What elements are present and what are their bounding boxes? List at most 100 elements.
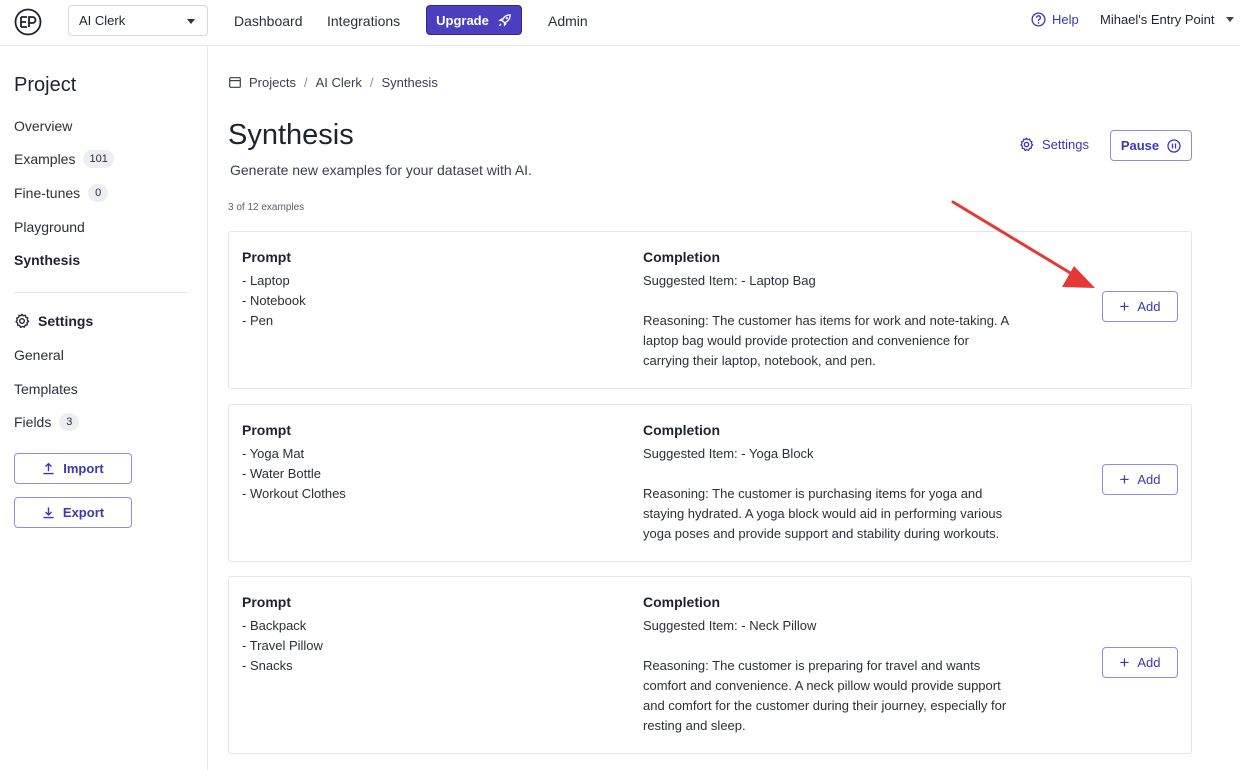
prompt-list: - Yoga Mat - Water Bottle - Workout Clot… bbox=[242, 444, 346, 504]
settings-label: Settings bbox=[1042, 137, 1089, 152]
sidebar-title: Project bbox=[14, 74, 77, 96]
project-select[interactable]: AI Clerk bbox=[68, 5, 208, 36]
plus-icon: + bbox=[1119, 470, 1130, 489]
sidebar-item-overview[interactable]: Overview bbox=[14, 118, 72, 134]
add-label: Add bbox=[1137, 472, 1161, 487]
add-label: Add bbox=[1137, 299, 1161, 314]
breadcrumb-separator: / bbox=[303, 75, 308, 90]
rocket-icon bbox=[498, 13, 511, 27]
upgrade-label: Upgrade bbox=[436, 12, 489, 28]
prompt-item: - Notebook bbox=[242, 293, 306, 308]
reasoning: Reasoning: The customer has items for wo… bbox=[643, 313, 1009, 368]
pause-button[interactable]: Pause bbox=[1110, 130, 1192, 161]
sidebar-item-label: Overview bbox=[14, 118, 73, 134]
page-title: Synthesis bbox=[228, 119, 354, 151]
suggested-item: Suggested Item: - Neck Pillow bbox=[643, 618, 817, 633]
page-subtitle: Generate new examples for your dataset w… bbox=[230, 162, 532, 178]
pause-icon bbox=[1167, 138, 1181, 153]
prompt-item: - Pen bbox=[242, 313, 274, 328]
prompt-header: Prompt bbox=[242, 422, 291, 438]
fine-tunes-count-badge: 0 bbox=[88, 184, 109, 202]
breadcrumb-synthesis: Synthesis bbox=[381, 75, 438, 90]
prompt-item: - Yoga Mat bbox=[242, 446, 305, 461]
import-button[interactable]: Import bbox=[14, 453, 132, 484]
prompt-list: - Backpack - Travel Pillow - Snacks bbox=[242, 616, 323, 676]
examples-count: 3 of 12 examples bbox=[228, 202, 305, 213]
export-label: Export bbox=[62, 505, 105, 520]
breadcrumb: Projects / AI Clerk / Synthesis bbox=[229, 75, 438, 90]
sidebar-item-fine-tunes[interactable]: Fine-tunes 0 bbox=[14, 184, 109, 202]
nav-dashboard[interactable]: Dashboard bbox=[234, 13, 303, 29]
gear-icon bbox=[15, 313, 30, 329]
add-example-button[interactable]: + Add bbox=[1102, 464, 1178, 495]
sidebar-item-templates[interactable]: Templates bbox=[14, 381, 78, 397]
nav-admin[interactable]: Admin bbox=[548, 13, 588, 29]
sidebar-item-label: General bbox=[14, 347, 64, 363]
plus-icon: + bbox=[1119, 297, 1130, 316]
sidebar: Project Overview Examples 101 Fine-tunes… bbox=[0, 46, 208, 770]
sidebar-item-label: Synthesis bbox=[14, 252, 81, 268]
breadcrumb-projects[interactable]: Projects bbox=[249, 75, 296, 90]
sidebar-settings-header: Settings bbox=[14, 313, 93, 329]
prompt-header: Prompt bbox=[242, 249, 291, 265]
top-bar: AI Clerk Dashboard Integrations Upgrade … bbox=[0, 0, 1240, 46]
completion-text: Suggested Item: - Neck Pillow Reasoning:… bbox=[643, 616, 1018, 736]
export-button[interactable]: Export bbox=[14, 497, 132, 528]
import-label: Import bbox=[63, 461, 104, 476]
sidebar-item-label: Fields bbox=[14, 414, 52, 430]
chevron-down-icon bbox=[187, 19, 195, 24]
entry-point-logo-icon[interactable] bbox=[14, 8, 42, 36]
breadcrumb-separator: / bbox=[369, 75, 374, 90]
help-link[interactable]: Help bbox=[1031, 12, 1079, 27]
synthesis-settings-button[interactable]: Settings bbox=[1019, 137, 1089, 152]
add-example-button[interactable]: + Add bbox=[1102, 647, 1178, 678]
completion-header: Completion bbox=[643, 249, 720, 265]
add-example-button[interactable]: + Add bbox=[1102, 291, 1178, 322]
example-card: Prompt Completion - Backpack - Travel Pi… bbox=[228, 576, 1192, 754]
pause-label: Pause bbox=[1120, 138, 1160, 153]
settings-header-label: Settings bbox=[38, 313, 94, 329]
sidebar-item-label: Fine-tunes bbox=[14, 185, 81, 201]
sidebar-item-fields[interactable]: Fields 3 bbox=[14, 413, 80, 431]
prompt-item: - Snacks bbox=[242, 658, 293, 673]
breadcrumb-ai-clerk[interactable]: AI Clerk bbox=[316, 75, 362, 90]
sidebar-item-synthesis[interactable]: Synthesis bbox=[14, 252, 80, 268]
prompt-item: - Laptop bbox=[242, 273, 290, 288]
sidebar-item-general[interactable]: General bbox=[14, 347, 64, 363]
sidebar-item-label: Playground bbox=[14, 219, 85, 235]
projects-table-icon bbox=[229, 77, 241, 88]
upgrade-button[interactable]: Upgrade bbox=[426, 5, 522, 35]
plus-icon: + bbox=[1119, 653, 1130, 672]
reasoning: Reasoning: The customer is preparing for… bbox=[643, 658, 1007, 733]
red-annotation-arrow-icon bbox=[951, 200, 1095, 288]
account-chevron-down-icon[interactable] bbox=[1226, 17, 1234, 22]
gear-icon bbox=[1020, 137, 1034, 152]
prompt-item: - Workout Clothes bbox=[242, 486, 346, 501]
help-label: Help bbox=[1052, 12, 1079, 27]
sidebar-item-playground[interactable]: Playground bbox=[14, 219, 85, 235]
completion-header: Completion bbox=[643, 422, 720, 438]
upload-icon bbox=[43, 462, 54, 475]
project-select-value: AI Clerk bbox=[79, 13, 126, 28]
add-label: Add bbox=[1137, 655, 1161, 670]
sidebar-divider bbox=[14, 292, 187, 293]
account-menu[interactable]: Mihael's Entry Point bbox=[1100, 12, 1214, 27]
examples-count-badge: 101 bbox=[83, 150, 114, 168]
sidebar-item-examples[interactable]: Examples 101 bbox=[14, 150, 114, 168]
fields-count-badge: 3 bbox=[59, 413, 80, 431]
prompt-header: Prompt bbox=[242, 594, 291, 610]
prompt-list: - Laptop - Notebook - Pen bbox=[242, 271, 306, 331]
nav-integrations[interactable]: Integrations bbox=[327, 13, 400, 29]
completion-text: Suggested Item: - Yoga Block Reasoning: … bbox=[643, 444, 1018, 544]
prompt-item: - Water Bottle bbox=[242, 466, 321, 481]
suggested-item: Suggested Item: - Yoga Block bbox=[643, 446, 814, 461]
sidebar-item-label: Templates bbox=[14, 381, 78, 397]
completion-header: Completion bbox=[643, 594, 720, 610]
prompt-item: - Backpack bbox=[242, 618, 307, 633]
example-card: Prompt Completion - Yoga Mat - Water Bot… bbox=[228, 404, 1192, 562]
sidebar-item-label: Examples bbox=[14, 151, 76, 167]
help-circle-icon bbox=[1031, 12, 1046, 27]
reasoning: Reasoning: The customer is purchasing it… bbox=[643, 486, 1003, 541]
prompt-item: - Travel Pillow bbox=[242, 638, 323, 653]
download-icon bbox=[43, 507, 54, 519]
